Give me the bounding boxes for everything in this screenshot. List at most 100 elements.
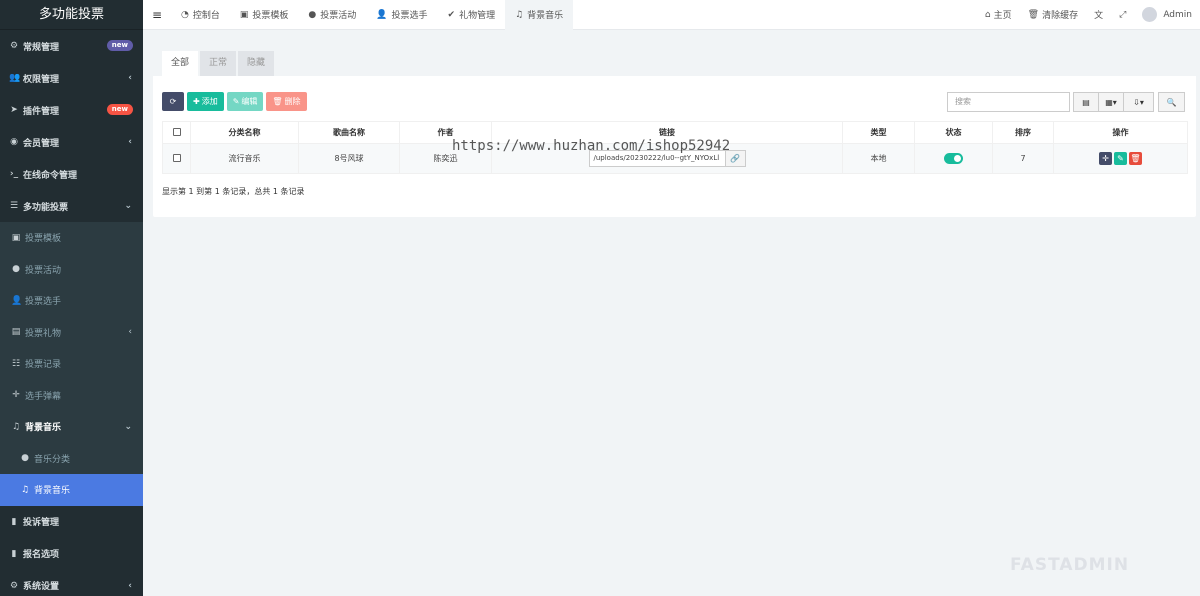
menu-toggle-icon[interactable]: ≡ <box>143 8 171 22</box>
sidebar-item-settings[interactable]: ⚙ 系统设置 ‹ <box>0 570 143 596</box>
column-header[interactable]: 类型 <box>842 121 915 144</box>
app-logo[interactable]: 多功能投票 <box>0 0 143 30</box>
table-toolbar: ⟳ ✚ 添加 ✎ 编辑 🗑 删除 <box>162 92 310 111</box>
column-header[interactable]: 排序 <box>992 121 1054 144</box>
pagination-info: 显示第 1 到第 1 条记录，总共 1 条记录 <box>162 187 305 196</box>
sidebar-item-general[interactable]: ⚙ 常规管理 new <box>0 30 143 62</box>
tab-all[interactable]: 全部 <box>162 51 199 76</box>
select-all-checkbox[interactable] <box>172 127 181 136</box>
chevron-left-icon: ‹ <box>128 137 132 147</box>
advanced-search-icon[interactable]: 🔍 <box>1158 92 1185 112</box>
tab-dashboard[interactable]: ◔ 控制台 <box>171 0 230 30</box>
sidebar-item-members[interactable]: ◉ 会员管理 ‹ <box>0 126 143 158</box>
tab-label: 背景音乐 <box>527 11 564 21</box>
trash-icon: 🗑 <box>1027 9 1040 20</box>
link-cell: /uploads/20230222/lu0--gtY_NYOxLl 🔗 <box>491 143 843 174</box>
sidebar-item-music-category[interactable]: ● 音乐分类 <box>0 443 143 475</box>
fullscreen-icon[interactable]: ⤢ <box>1111 10 1134 20</box>
sidebar-item-vote-template[interactable]: ▣ 投票模板 <box>0 222 143 254</box>
tab-label: 投票模板 <box>252 11 289 21</box>
sort-cell: 7 <box>992 143 1054 174</box>
trash-icon: 🗑 <box>272 97 283 106</box>
new-badge: new <box>106 104 133 115</box>
sidebar-item-label: 背景音乐 <box>34 486 71 497</box>
edit-icon[interactable]: ✎ <box>1114 152 1127 165</box>
sidebar-item-label: 系统设置 <box>23 582 60 592</box>
list-icon: ☰ <box>9 201 19 211</box>
tab-normal[interactable]: 正常 <box>200 51 237 76</box>
chevron-left-icon: ‹ <box>128 73 132 83</box>
music-table: 分类名称 歌曲名称 作者 链接 类型 状态 排序 操作 流行音乐 8号风球 陈奕… <box>162 121 1188 174</box>
tab-gift-management[interactable]: ✔ 礼物管理 <box>438 0 506 30</box>
link-open-icon[interactable]: 🔗 <box>725 150 746 167</box>
language-icon[interactable]: 文 <box>1086 8 1111 21</box>
chevron-left-icon: ‹ <box>128 327 132 338</box>
sidebar-item-player-danmaku[interactable]: ✛ 选手弹幕 <box>0 380 143 412</box>
image-icon: ▣ <box>239 9 249 20</box>
sidebar-item-bgmusic[interactable]: ♫ 背景音乐 <box>0 474 143 506</box>
export-icon[interactable]: ⇩▾ <box>1123 92 1154 112</box>
sidebar-item-bgmusic-group[interactable]: ♫ 背景音乐 ⌄ <box>0 411 143 443</box>
tab-vote-player[interactable]: 👤 投票选手 <box>366 0 437 30</box>
column-header[interactable]: 分类名称 <box>190 121 299 144</box>
user-plus-icon: 👤 <box>376 9 388 20</box>
row-actions: ✛ ✎ 🗑 <box>1098 152 1143 165</box>
edit-button[interactable]: ✎ 编辑 <box>226 92 264 111</box>
author-cell: 陈奕迅 <box>399 143 492 174</box>
operations-cell: ✛ ✎ 🗑 <box>1053 143 1188 174</box>
sidebar-item-label: 常规管理 <box>23 42 60 53</box>
sidebar-item-vote-record[interactable]: ☷ 投票记录 <box>0 348 143 380</box>
tab-vote-template[interactable]: ▣ 投票模板 <box>230 0 299 30</box>
sidebar-item-vote-gift[interactable]: ▤ 投票礼物 ‹ <box>0 317 143 349</box>
tab-bgmusic[interactable]: ♫ 背景音乐 <box>505 0 574 30</box>
select-all-cell[interactable] <box>162 121 191 144</box>
sidebar-item-label: 投诉管理 <box>23 518 60 528</box>
sidebar-item-vote-player[interactable]: 👤 投票选手 <box>0 285 143 317</box>
column-header[interactable]: 状态 <box>914 121 993 144</box>
top-right-nav: ⌂ 主页 🗑 清除缓存 文 ⤢ Admin <box>977 0 1200 30</box>
music-icon: ♫ <box>20 484 30 495</box>
top-navbar: ≡ ◔ 控制台 ▣ 投票模板 ● 投票活动 👤 投票选手 ✔ 礼物管理 ♫ 背景音乐 ⌂ 主页… <box>143 0 1200 30</box>
delete-button[interactable]: 🗑 删除 <box>266 92 307 111</box>
column-header[interactable]: 链接 <box>491 121 843 144</box>
column-header[interactable]: 作者 <box>399 121 492 144</box>
sidebar-item-label: 音乐分类 <box>34 454 71 465</box>
row-checkbox[interactable] <box>172 153 181 162</box>
status-tabs: 全部 正常 隐藏 <box>153 41 1196 76</box>
home-link[interactable]: ⌂ 主页 <box>977 8 1020 22</box>
sidebar-item-permissions[interactable]: 👥 权限管理 ‹ <box>0 62 143 94</box>
refresh-button[interactable]: ⟳ <box>162 92 184 111</box>
row-select-cell[interactable] <box>162 143 191 174</box>
status-toggle[interactable] <box>944 153 963 164</box>
drag-sort-icon[interactable]: ✛ <box>1099 152 1112 165</box>
link-input[interactable]: /uploads/20230222/lu0--gtY_NYOxLl <box>588 150 726 167</box>
columns-icon[interactable]: ▦▾ <box>1098 92 1124 112</box>
chevron-down-icon: ⌄ <box>124 421 132 432</box>
tab-vote-activity[interactable]: ● 投票活动 <box>298 0 366 30</box>
refresh-icon: ⟳ <box>169 97 177 106</box>
search-input[interactable]: 搜索 <box>947 92 1070 112</box>
sidebar-item-signup-options[interactable]: ▮ 报名选项 <box>0 538 143 570</box>
sidebar-item-vote-activity[interactable]: ● 投票活动 <box>0 254 143 286</box>
status-cell <box>914 143 993 174</box>
table-header-row: 分类名称 歌曲名称 作者 链接 类型 状态 排序 操作 <box>162 121 1188 144</box>
delete-icon[interactable]: 🗑 <box>1129 152 1142 165</box>
clear-cache-button[interactable]: 🗑 清除缓存 <box>1020 8 1086 22</box>
sidebar-item-plugins[interactable]: ➤ 插件管理 new <box>0 94 143 126</box>
tab-label: 投票选手 <box>391 11 428 21</box>
tab-hidden[interactable]: 隐藏 <box>238 51 275 76</box>
sidebar-item-voting[interactable]: ☰ 多功能投票 ⌄ <box>0 190 143 222</box>
sidebar-item-complaints[interactable]: ▮ 投诉管理 <box>0 506 143 538</box>
add-button[interactable]: ✚ 添加 <box>187 92 224 111</box>
user-name: Admin <box>1163 9 1192 20</box>
chevron-down-icon: ⌄ <box>124 201 132 211</box>
sidebar-item-label: 投票模板 <box>25 234 62 245</box>
user-plus-icon: 👤 <box>11 295 23 306</box>
toggle-view-icon[interactable]: ▤ <box>1073 92 1099 112</box>
sidebar-item-command[interactable]: ›_ 在线命令管理 <box>0 158 143 190</box>
column-header[interactable]: 歌曲名称 <box>298 121 400 144</box>
user-menu[interactable]: Admin <box>1134 7 1200 22</box>
home-label: 主页 <box>993 11 1012 21</box>
sidebar-item-label: 报名选项 <box>23 550 60 560</box>
column-header: 操作 <box>1053 121 1188 144</box>
